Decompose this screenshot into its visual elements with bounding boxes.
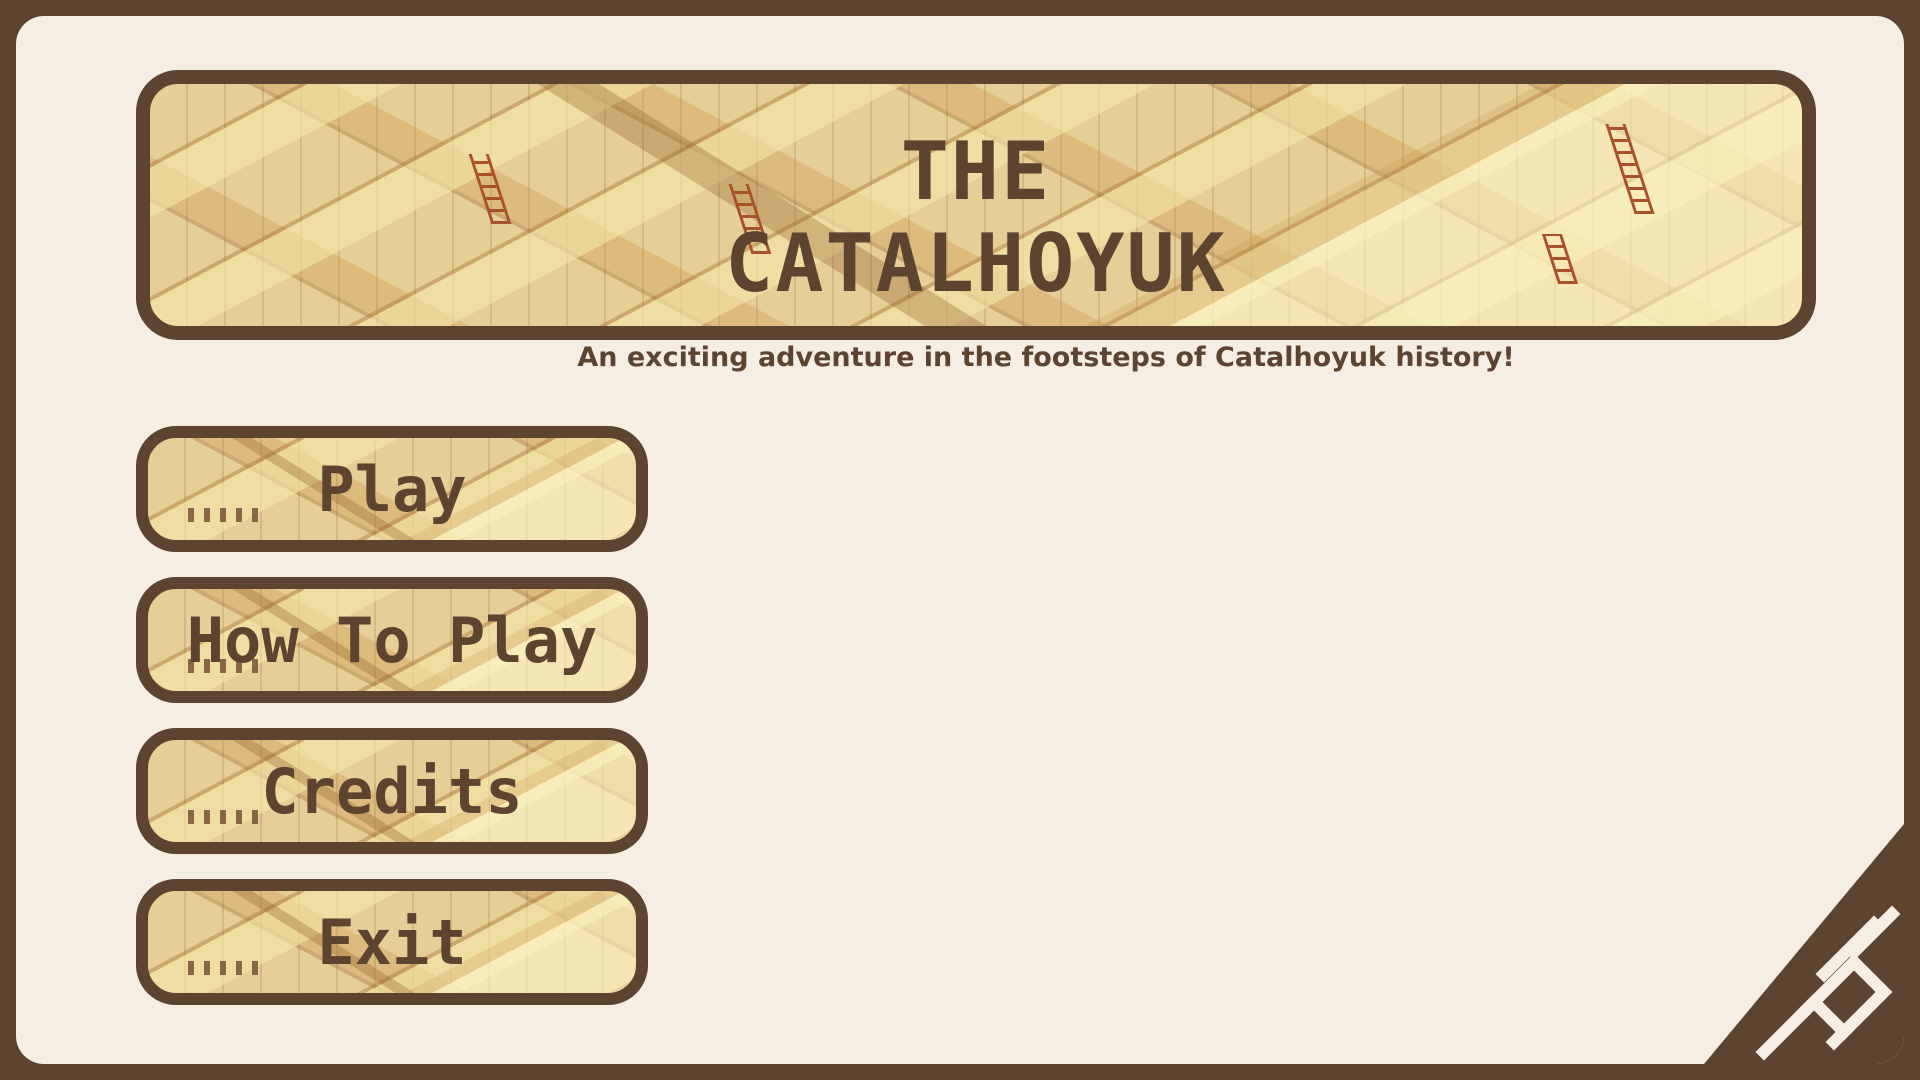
play-button[interactable]: Play [136,426,648,552]
tagline: An exciting adventure in the footsteps o… [577,342,1515,373]
title-line-1: THE [900,125,1052,218]
play-button-label: Play [317,452,467,526]
title-banner: THE CATALHOYUK [136,70,1816,340]
how-to-play-button[interactable]: How To Play [136,577,648,703]
studio-logo-icon [1704,824,1904,1064]
title-line-2: CATALHOYUK [725,217,1227,310]
exit-button-label: Exit [317,905,467,979]
window-decoration [188,810,268,824]
main-menu-screen: THE CATALHOYUK An exciting adventure in … [16,16,1904,1064]
game-title: THE CATALHOYUK [150,126,1802,310]
window-decoration [188,508,268,522]
exit-button[interactable]: Exit [136,879,648,1005]
credits-button[interactable]: Credits [136,728,648,854]
credits-button-label: Credits [261,754,523,828]
how-to-play-button-label: How To Play [186,603,598,677]
window-decoration [188,961,268,975]
